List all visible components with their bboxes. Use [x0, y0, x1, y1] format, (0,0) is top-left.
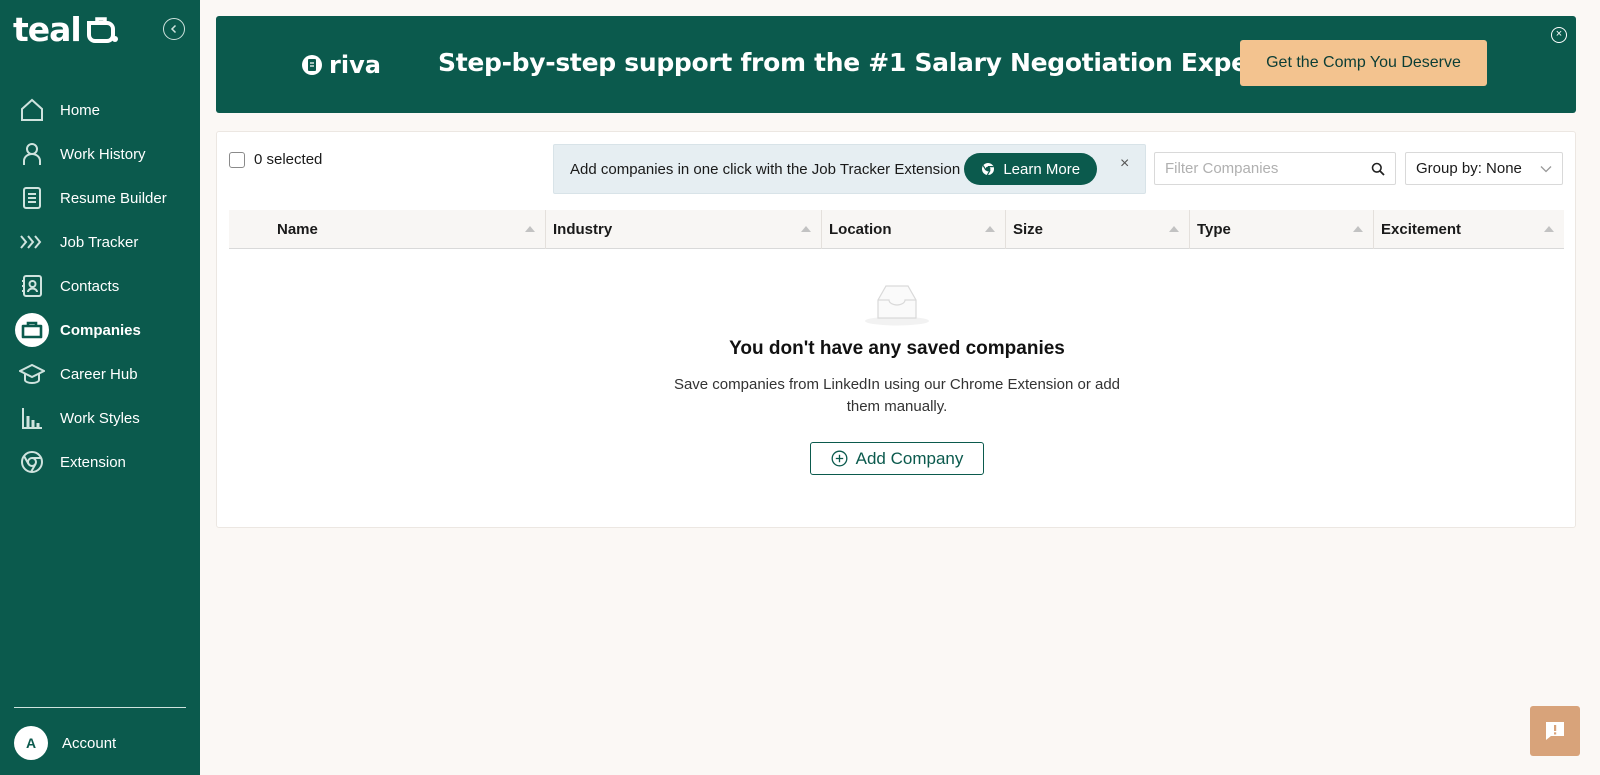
bar-chart-icon — [18, 404, 46, 432]
add-company-button[interactable]: Add Company — [810, 442, 984, 475]
sidebar-item-label: Resume Builder — [60, 189, 167, 207]
add-company-label: Add Company — [855, 448, 964, 468]
sidebar-item-label: Work History — [60, 145, 146, 163]
sidebar-item-label: Home — [60, 101, 101, 119]
sidebar-item-extension[interactable]: Extension — [0, 440, 200, 484]
riva-logo-text: riva — [329, 51, 381, 79]
column-label: Name — [277, 221, 318, 238]
extension-promo: Add companies in one click with the Job … — [553, 144, 1146, 194]
sidebar-item-work-styles[interactable]: Work Styles — [0, 396, 200, 440]
sidebar: teal Home Work History Resume Builder Jo… — [0, 0, 200, 775]
column-label: Size — [1013, 221, 1044, 238]
sidebar-item-label: Contacts — [60, 277, 120, 295]
feedback-button[interactable] — [1530, 706, 1580, 756]
sidebar-item-contacts[interactable]: Contacts — [0, 264, 200, 308]
sidebar-item-resume-builder[interactable]: Resume Builder — [0, 176, 200, 220]
sidebar-item-account[interactable]: A Account — [14, 726, 116, 760]
sidebar-item-career-hub[interactable]: Career Hub — [0, 352, 200, 396]
column-header-type[interactable]: Type — [1189, 210, 1373, 249]
column-label: Location — [829, 221, 892, 238]
empty-inbox-icon — [865, 285, 929, 326]
companies-panel: 0 selected Add companies in one click wi… — [216, 131, 1576, 528]
group-by-select[interactable]: Group by: None — [1405, 152, 1563, 185]
feedback-icon — [1546, 722, 1564, 740]
column-header-size[interactable]: Size — [1005, 210, 1189, 249]
logo-text: teal — [13, 10, 82, 49]
table-header: Name Industry Location Size Type Excitem… — [229, 210, 1564, 249]
sort-icon[interactable] — [801, 226, 811, 232]
sidebar-item-label: Work Styles — [60, 409, 140, 427]
promo-banner: riva Step-by-step support from the #1 Sa… — [216, 16, 1576, 113]
chevrons-right-icon — [18, 228, 46, 256]
briefcase-icon — [15, 313, 49, 347]
riva-logo: riva — [301, 51, 381, 79]
select-all-checkbox[interactable] — [229, 151, 245, 168]
chrome-icon — [18, 448, 46, 476]
sidebar-item-label: Companies — [60, 321, 141, 339]
empty-state: You don't have any saved companies Save … — [217, 282, 1577, 475]
group-by-value: Group by: None — [1416, 160, 1522, 177]
teal-logo[interactable]: teal — [13, 12, 119, 48]
logo-mark-icon — [86, 17, 118, 43]
riva-logo-icon — [302, 55, 322, 75]
column-header-location[interactable]: Location — [821, 210, 1005, 249]
avatar: A — [14, 726, 48, 760]
document-icon — [18, 184, 46, 212]
sort-icon[interactable] — [985, 226, 995, 232]
sidebar-nav: Home Work History Resume Builder Job Tra… — [0, 88, 200, 484]
person-icon — [18, 140, 46, 168]
banner-title: Step-by-step support from the #1 Salary … — [438, 48, 1287, 77]
column-label: Type — [1197, 221, 1231, 238]
selected-count: 0 selected — [254, 151, 323, 168]
sort-icon[interactable] — [1544, 226, 1554, 232]
sort-icon[interactable] — [1353, 226, 1363, 232]
empty-state-description: Save companies from LinkedIn using our C… — [673, 376, 1121, 415]
collapse-sidebar-button[interactable] — [163, 18, 185, 40]
column-header-industry[interactable]: Industry — [545, 210, 821, 249]
sidebar-item-companies[interactable]: Companies — [0, 308, 200, 352]
banner-cta-button[interactable]: Get the Comp You Deserve — [1240, 40, 1487, 86]
extension-promo-text: Add companies in one click with the Job … — [570, 160, 961, 178]
select-all[interactable]: 0 selected — [229, 151, 322, 168]
sort-icon[interactable] — [525, 226, 535, 232]
filter-companies-field[interactable] — [1154, 152, 1396, 185]
sidebar-item-home[interactable]: Home — [0, 88, 200, 132]
contacts-icon — [18, 272, 46, 300]
sidebar-item-label: Career Hub — [60, 365, 138, 383]
sidebar-item-job-tracker[interactable]: Job Tracker — [0, 220, 200, 264]
learn-more-label: Learn More — [1003, 160, 1081, 178]
chrome-icon — [982, 163, 995, 176]
account-label: Account — [62, 734, 117, 752]
search-icon — [1371, 162, 1385, 176]
sidebar-item-label: Extension — [60, 453, 126, 471]
column-label: Excitement — [1381, 221, 1462, 238]
graduation-cap-icon — [18, 360, 46, 388]
learn-more-button[interactable]: Learn More — [964, 153, 1098, 185]
close-banner-icon[interactable]: × — [1551, 27, 1567, 43]
column-header-excitement[interactable]: Excitement — [1373, 210, 1564, 249]
chevron-down-icon — [1540, 165, 1552, 172]
column-header-name[interactable]: Name — [229, 210, 545, 249]
sidebar-item-label: Job Tracker — [60, 233, 139, 251]
sort-icon[interactable] — [1169, 226, 1179, 232]
home-icon — [18, 96, 46, 124]
column-label: Industry — [553, 221, 613, 238]
sidebar-item-work-history[interactable]: Work History — [0, 132, 200, 176]
sidebar-divider — [14, 707, 186, 708]
empty-state-title: You don't have any saved companies — [729, 338, 1065, 359]
chevron-left-icon — [170, 24, 177, 34]
plus-circle-icon — [831, 450, 848, 467]
filter-companies-input[interactable] — [1165, 160, 1371, 177]
close-promo-icon[interactable]: × — [1120, 155, 1129, 173]
